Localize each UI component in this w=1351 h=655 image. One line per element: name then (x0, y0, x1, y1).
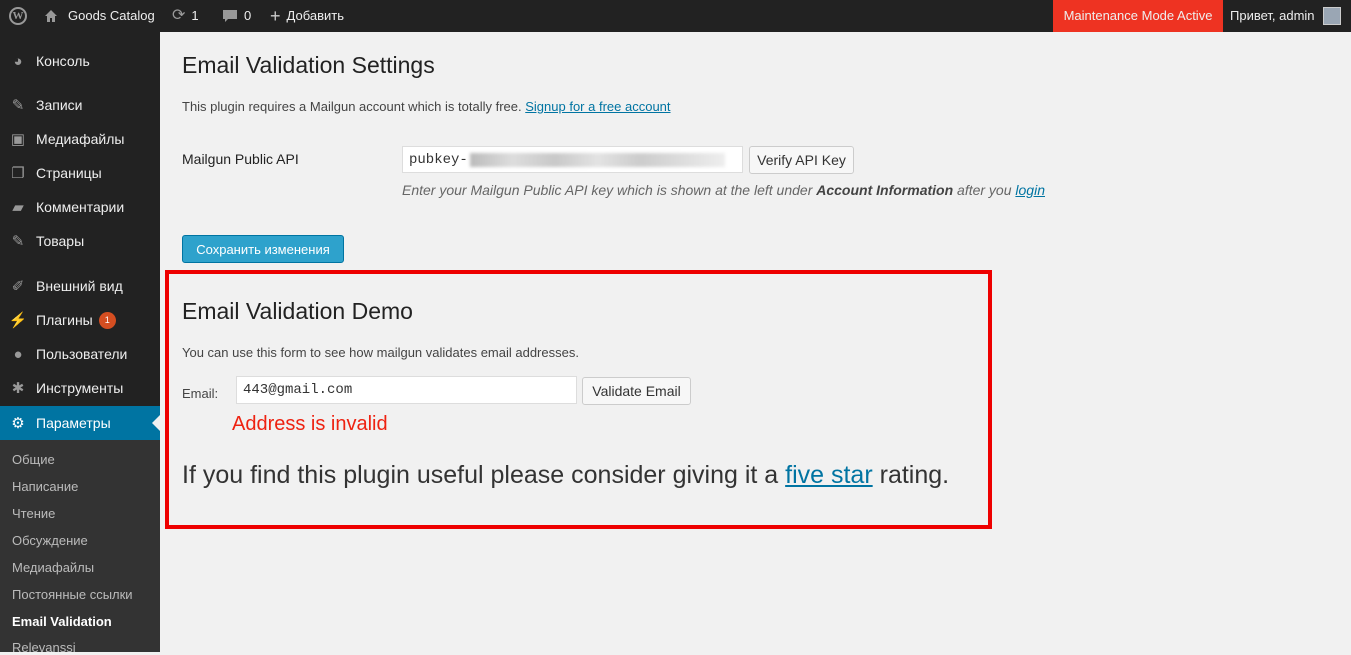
login-link[interactable]: login (1015, 182, 1045, 198)
maintenance-mode-link[interactable]: Maintenance Mode Active (1053, 0, 1223, 32)
home-icon (45, 10, 57, 22)
submenu-item-permalinks[interactable]: Постоянные ссылки (12, 587, 133, 602)
demo-description: You can use this form to see how mailgun… (182, 345, 579, 360)
new-content-link[interactable]: + Добавить (270, 0, 344, 32)
sidebar-item-products[interactable]: ✎ Товары (0, 224, 160, 258)
sidebar-item-label: Консоль (36, 53, 90, 69)
sidebar-item-label: Внешний вид (36, 278, 123, 294)
comments-count: 0 (244, 8, 252, 23)
submenu-item-writing[interactable]: Написание (12, 479, 78, 494)
submenu-item-email-validation[interactable]: Email Validation (12, 614, 112, 629)
validate-email-button[interactable]: Validate Email (582, 377, 691, 405)
rating-text-2: rating. (872, 461, 950, 489)
signup-link[interactable]: Signup for a free account (525, 99, 670, 114)
site-name-link[interactable]: Goods Catalog (44, 0, 155, 32)
submenu-item-media[interactable]: Медиафайлы (12, 560, 94, 575)
sidebar-item-settings[interactable]: ⚙ Параметры (0, 406, 160, 440)
wrench-icon: ✱ (11, 380, 25, 397)
sidebar-item-label: Страницы (36, 165, 102, 181)
page-title: Email Validation Settings (182, 52, 435, 78)
plus-icon: + (270, 6, 281, 26)
sidebar-item-label: Пользователи (36, 346, 128, 362)
submenu-item-relevanssi[interactable]: Relevanssi (12, 640, 76, 655)
intro-text: This plugin requires a Mailgun account w… (182, 99, 522, 114)
comments-icon: ▰ (12, 199, 24, 216)
sidebar-item-users[interactable]: ● Пользователи (0, 337, 160, 371)
hint-text: Enter your Mailgun Public API key which … (402, 182, 817, 198)
greeting: Привет, admin (1230, 8, 1315, 23)
demo-title: Email Validation Demo (182, 298, 413, 324)
my-account-link[interactable]: Привет, admin (1230, 0, 1341, 32)
submenu-item-general[interactable]: Общие (12, 452, 55, 467)
rating-prompt: If you find this plugin useful please co… (182, 461, 949, 490)
sidebar-item-label: Параметры (36, 415, 111, 431)
api-key-label: Mailgun Public API (182, 151, 299, 167)
avatar (1322, 7, 1341, 25)
sidebar-item-label: Комментарии (36, 199, 125, 215)
admin-sidebar: ◕ Консоль ✎ Записи ▣ Медиафайлы ❐ Страни… (0, 32, 160, 655)
admin-bar: W Goods Catalog ⟳ 1 0 + Добавить Mainten… (0, 0, 1351, 32)
sidebar-item-label: Медиафайлы (36, 131, 125, 147)
sidebar-item-posts[interactable]: ✎ Записи (0, 88, 160, 122)
api-key-prefix: pubkey- (409, 151, 468, 168)
sidebar-item-tools[interactable]: ✱ Инструменты (0, 371, 160, 405)
redacted-key (469, 152, 725, 167)
maintenance-label: Maintenance Mode Active (1063, 8, 1213, 23)
comment-icon (223, 10, 237, 22)
sidebar-item-media[interactable]: ▣ Медиафайлы (0, 122, 160, 156)
sidebar-item-plugins[interactable]: ⚡ Плагины 1 (0, 303, 160, 337)
five-star-link[interactable]: five star (785, 461, 873, 489)
dashboard-icon: ◕ (13, 52, 23, 70)
verify-api-key-button[interactable]: Verify API Key (749, 146, 854, 174)
pin-icon: ✎ (11, 97, 25, 114)
settings-icon: ⚙ (11, 415, 25, 432)
sidebar-item-label: Товары (36, 233, 85, 249)
rating-text-1: If you find this plugin useful please co… (182, 461, 786, 489)
sidebar-item-label: Записи (36, 97, 83, 113)
refresh-icon: ⟳ (172, 7, 186, 24)
save-changes-button[interactable]: Сохранить изменения (182, 235, 344, 263)
brush-icon: ✐ (11, 278, 25, 295)
media-icon: ▣ (10, 131, 26, 148)
api-key-hint: Enter your Mailgun Public API key which … (402, 182, 1045, 198)
email-input[interactable]: 443@gmail.com (236, 376, 577, 404)
sidebar-item-label: Плагины (36, 312, 93, 328)
plugin-icon: ⚡ (8, 312, 28, 329)
sidebar-item-appearance[interactable]: ✐ Внешний вид (0, 269, 160, 303)
plugin-update-badge: 1 (98, 311, 116, 329)
site-name: Goods Catalog (68, 8, 155, 23)
submenu-item-discussion[interactable]: Обсуждение (12, 533, 88, 548)
validation-result: Address is invalid (232, 413, 388, 435)
wordpress-logo-button[interactable]: W (0, 0, 36, 32)
submenu-item-reading[interactable]: Чтение (12, 506, 55, 521)
updates-count: 1 (191, 8, 199, 23)
sidebar-item-comments[interactable]: ▰ Комментарии (0, 190, 160, 224)
email-label: Email: (182, 386, 219, 401)
sidebar-item-label: Инструменты (36, 380, 124, 396)
pin-icon: ✎ (11, 233, 25, 250)
new-label: Добавить (286, 8, 344, 23)
hint-text-2: after you (953, 182, 1016, 198)
sidebar-item-pages[interactable]: ❐ Страницы (0, 156, 160, 190)
wordpress-icon: W (9, 7, 27, 25)
sidebar-item-dashboard[interactable]: ◕ Консоль (0, 44, 160, 78)
plugin-intro: This plugin requires a Mailgun account w… (182, 99, 671, 114)
comments-link[interactable]: 0 (222, 0, 251, 32)
hint-bold: Account Information (816, 182, 954, 198)
api-key-input[interactable]: pubkey- (402, 146, 743, 173)
pages-icon: ❐ (11, 165, 25, 182)
updates-link[interactable]: ⟳ 1 (172, 0, 199, 32)
user-icon: ● (13, 345, 23, 363)
settings-submenu: Общие Написание Чтение Обсуждение Медиаф… (0, 440, 160, 655)
